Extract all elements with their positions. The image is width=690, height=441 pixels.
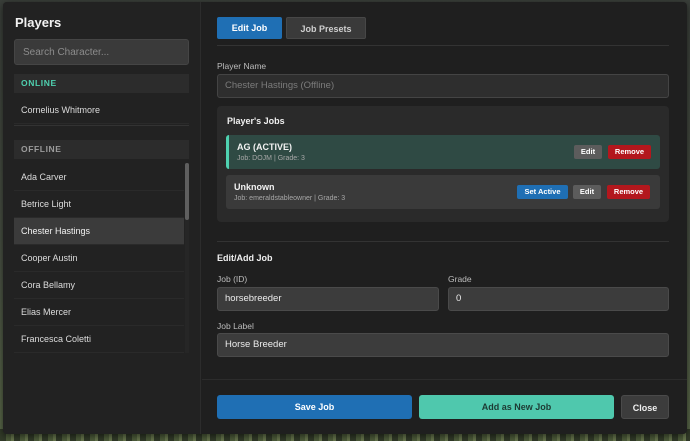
job-label-label: Job Label	[217, 321, 254, 331]
sidebar-title: Players	[15, 15, 62, 30]
edit-job-button[interactable]: Edit	[574, 145, 602, 159]
add-new-job-button[interactable]: Add as New Job	[419, 395, 614, 419]
grade-label: Grade	[448, 274, 472, 284]
player-list-scrollbar[interactable]	[185, 163, 189, 220]
player-item-cornelius-whitmore[interactable]: Cornelius Whitmore	[14, 97, 189, 124]
player-item-francesca-coletti[interactable]: Francesca Coletti	[14, 326, 184, 353]
player-name-label: Player Name	[217, 61, 267, 71]
job-meta: Job: emeraldstableowner | Grade: 3	[234, 195, 346, 202]
section-divider	[217, 241, 669, 242]
tab-job-presets[interactable]: Job Presets	[286, 17, 366, 39]
player-item-cooper-austin[interactable]: Cooper Austin	[14, 245, 184, 272]
group-divider	[14, 125, 189, 126]
player-item-chester-hastings[interactable]: Chester Hastings	[14, 218, 184, 245]
job-card-active: AG (ACTIVE) Job: DOJM | Grade: 3 Edit Re…	[226, 135, 660, 169]
edit-job-button[interactable]: Edit	[573, 185, 601, 199]
online-group-header: ONLINE	[14, 74, 189, 93]
job-name: Unknown	[234, 182, 275, 192]
job-label-input[interactable]: Horse Breeder	[217, 333, 669, 357]
search-character-input[interactable]	[14, 39, 189, 65]
save-job-button[interactable]: Save Job	[217, 395, 412, 419]
grade-input[interactable]: 0	[448, 287, 669, 311]
close-button[interactable]: Close	[621, 395, 669, 419]
job-card: Unknown Job: emeraldstableowner | Grade:…	[226, 175, 660, 209]
offline-group-header: OFFLINE	[14, 140, 189, 159]
footer-divider	[202, 379, 687, 380]
remove-job-button[interactable]: Remove	[607, 185, 650, 199]
players-jobs-title: Player's Jobs	[227, 116, 285, 126]
players-jobs-box: Player's Jobs AG (ACTIVE) Job: DOJM | Gr…	[217, 106, 669, 222]
job-id-label: Job (ID)	[217, 274, 248, 284]
job-meta: Job: DOJM | Grade: 3	[237, 155, 305, 162]
set-active-button[interactable]: Set Active	[517, 185, 568, 199]
player-item-cora-bellamy[interactable]: Cora Bellamy	[14, 272, 184, 299]
main-content: Edit Job Job Presets Player Name Chester…	[202, 2, 687, 434]
player-name-field: Chester Hastings (Offline)	[217, 74, 669, 98]
job-manager-panel: Players ONLINE Cornelius Whitmore OFFLIN…	[3, 2, 687, 434]
edit-add-job-title: Edit/Add Job	[217, 253, 273, 263]
player-item-betrice-light[interactable]: Betrice Light	[14, 191, 184, 218]
remove-job-button[interactable]: Remove	[608, 145, 651, 159]
players-sidebar: Players ONLINE Cornelius Whitmore OFFLIN…	[3, 2, 201, 434]
job-name: AG (ACTIVE)	[237, 142, 292, 152]
tab-divider	[217, 45, 669, 46]
player-item-ada-carver[interactable]: Ada Carver	[14, 164, 184, 191]
job-id-input[interactable]: horsebreeder	[217, 287, 439, 311]
player-item-elias-mercer[interactable]: Elias Mercer	[14, 299, 184, 326]
tab-edit-job[interactable]: Edit Job	[217, 17, 282, 39]
